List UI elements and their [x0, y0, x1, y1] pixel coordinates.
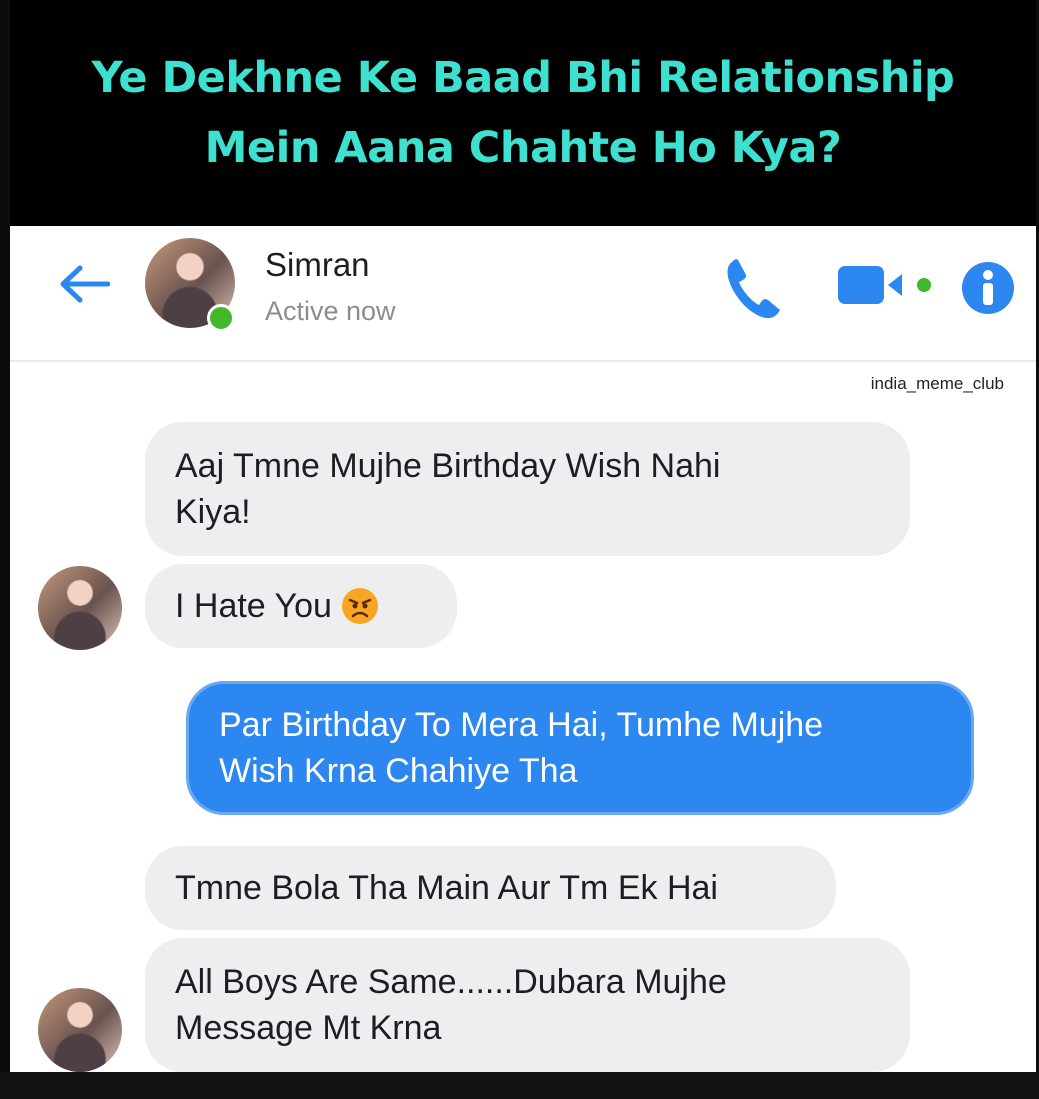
video-call-button[interactable] [836, 262, 936, 308]
back-button[interactable] [54, 256, 114, 312]
phone-icon [727, 259, 780, 319]
contact-status: Active now [265, 296, 396, 326]
message-text: I Hate You [175, 587, 332, 625]
sender-avatar[interactable] [38, 566, 122, 650]
conversation-info-button[interactable] [960, 260, 1016, 316]
message-line: Par Birthday To Mera Hai, Tumhe Mujhe [219, 706, 824, 744]
chat-screenshot: Simran Active now india_meme_club Aaj Tm… [10, 226, 1036, 1072]
message-line: Aaj Tmne Mujhe Birthday Wish Nahi [175, 447, 721, 485]
outgoing-message[interactable]: Par Birthday To Mera Hai, Tumhe Mujhe Wi… [186, 681, 974, 815]
online-status-indicator [207, 304, 235, 332]
meme-title-line-1: Ye Dekhne Ke Baad Bhi Relationship [91, 53, 955, 103]
angry-face-icon [341, 588, 378, 624]
incoming-message[interactable]: Aaj Tmne Mujhe Birthday Wish Nahi Kiya! [145, 422, 910, 556]
arrow-left-icon [60, 265, 110, 303]
watermark: india_meme_club [870, 374, 1004, 393]
message-text: Tmne Bola Tha Main Aur Tm Ek Hai [175, 869, 718, 907]
chat-header: Simran Active now [10, 226, 1036, 362]
message-line: Wish Krna Chahiye Tha [219, 752, 578, 790]
incoming-message[interactable]: Tmne Bola Tha Main Aur Tm Ek Hai [145, 846, 836, 930]
sender-avatar[interactable] [38, 988, 122, 1072]
message-line: All Boys Are Same......Dubara Mujhe [175, 963, 727, 1001]
incoming-message[interactable]: All Boys Are Same......Dubara Mujhe Mess… [145, 938, 910, 1072]
message-line: Message Mt Krna [175, 1009, 442, 1047]
contact-name[interactable]: Simran [265, 246, 370, 284]
message-line: Kiya! [175, 493, 251, 531]
meme-title-line-2: Mein Aana Chahte Ho Kya? [204, 123, 842, 173]
meme-title: Ye Dekhne Ke Baad Bhi Relationship Mein … [10, 0, 1036, 226]
incoming-message[interactable]: I Hate You [145, 564, 457, 648]
video-camera-icon [838, 266, 931, 304]
info-icon [962, 262, 1014, 314]
voice-call-button[interactable] [722, 252, 782, 322]
bottom-border [0, 1072, 1039, 1099]
